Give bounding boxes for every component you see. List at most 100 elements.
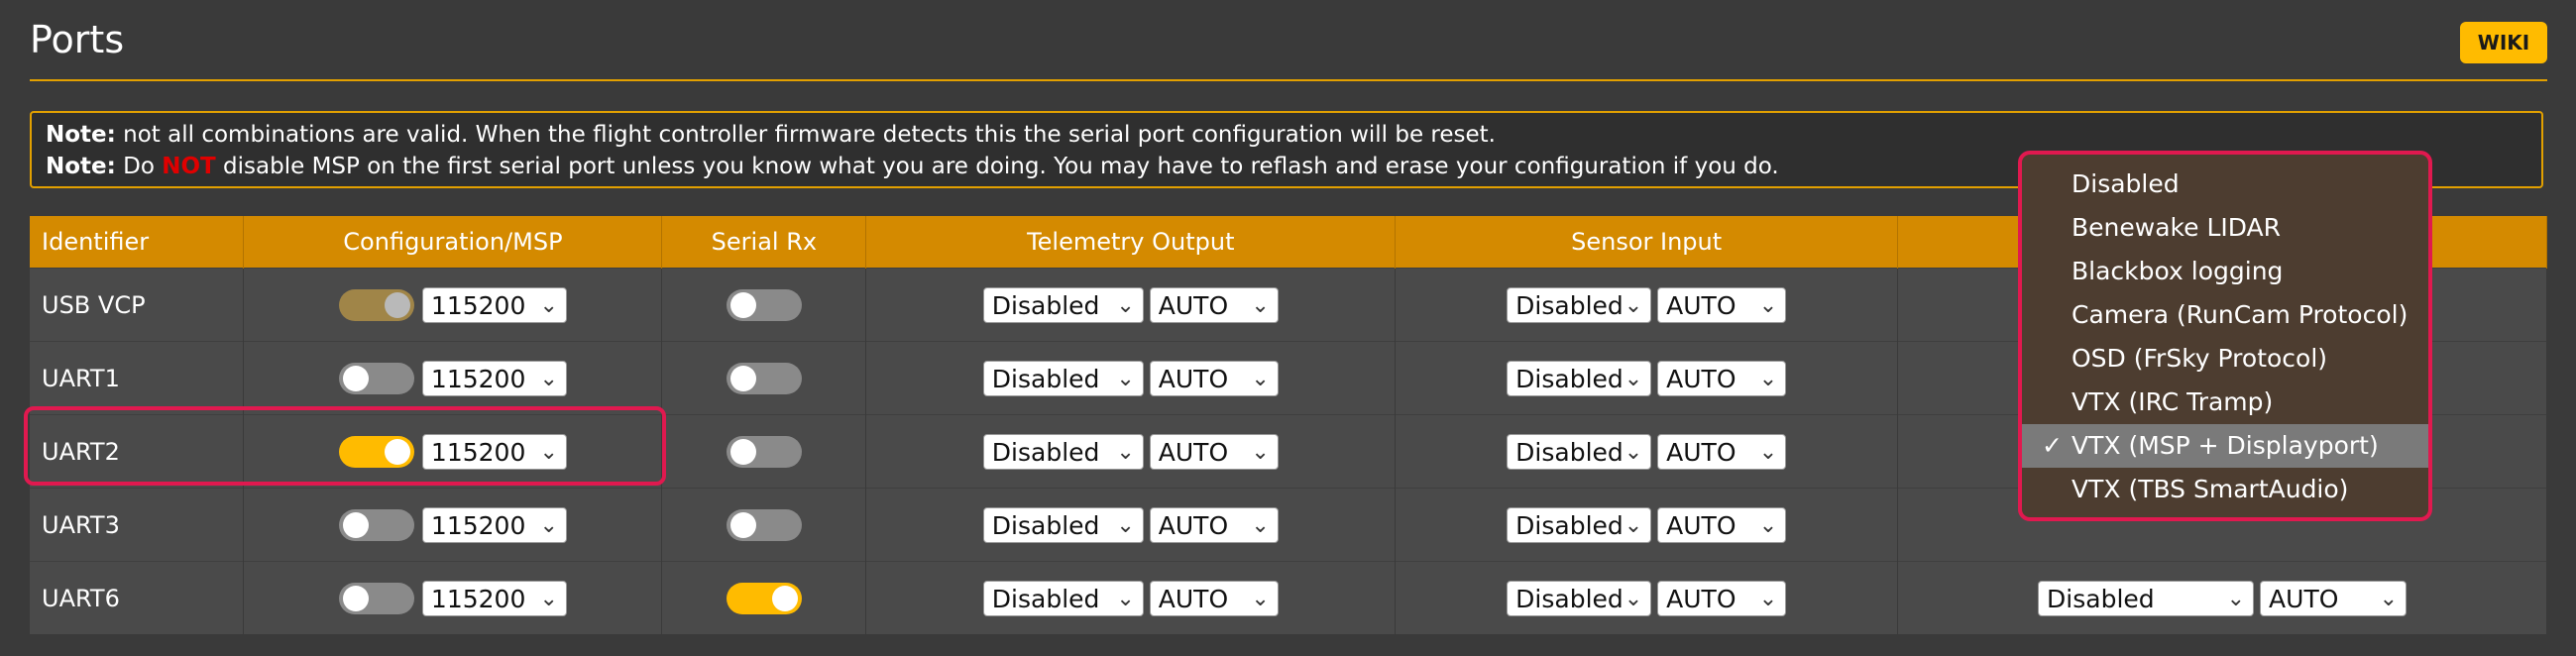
column-header-configuration: Configuration/MSP <box>243 216 663 269</box>
sensor-select[interactable]: Disabled ⌄ <box>1507 360 1652 396</box>
select-value: AUTO <box>2269 584 2339 613</box>
select-value: AUTO <box>1666 510 1736 540</box>
telemetry-baud-select[interactable]: AUTO ⌄ <box>1149 360 1279 396</box>
sensor-cell: Disabled ⌄ AUTO ⌄ <box>1395 488 1899 562</box>
select-value: Disabled <box>1515 364 1624 393</box>
chevron-down-icon: ⌄ <box>1116 366 1135 391</box>
serial-rx-cell <box>661 414 867 489</box>
sensor-cell: Disabled ⌄ AUTO ⌄ <box>1395 561 1899 634</box>
toggle-knob <box>729 511 756 538</box>
select-value: AUTO <box>1158 510 1229 540</box>
serial-rx-cell <box>661 561 867 634</box>
msp-baud-select[interactable]: 115200 ⌄ <box>421 580 567 616</box>
dropdown-option[interactable]: Benewake LIDAR <box>2022 206 2428 250</box>
select-value: 115200 <box>430 290 526 320</box>
dropdown-option[interactable]: Blackbox logging <box>2022 250 2428 293</box>
msp-toggle[interactable] <box>338 582 414 614</box>
telemetry-baud-select[interactable]: AUTO ⌄ <box>1149 580 1279 616</box>
serial-rx-cell <box>661 488 867 562</box>
column-header-sensor: Sensor Input <box>1395 216 1899 269</box>
select-value: AUTO <box>1666 584 1736 613</box>
dropdown-option[interactable]: Camera (RunCam Protocol) <box>2022 293 2428 337</box>
telemetry-baud-select[interactable]: AUTO ⌄ <box>1149 433 1279 470</box>
msp-toggle[interactable] <box>338 435 414 468</box>
port-identifier: UART1 <box>30 341 245 415</box>
sensor-baud-select[interactable]: AUTO ⌄ <box>1657 580 1787 616</box>
sensor-select[interactable]: Disabled ⌄ <box>1507 506 1652 543</box>
serial-rx-cell <box>661 341 867 415</box>
page-title: Ports <box>30 18 125 61</box>
port-identifier: UART3 <box>30 488 245 562</box>
msp-baud-select[interactable]: 115200 ⌄ <box>421 286 567 323</box>
serial-rx-toggle[interactable] <box>726 288 802 321</box>
telemetry-select[interactable]: Disabled ⌄ <box>982 286 1144 323</box>
telemetry-cell: Disabled ⌄ AUTO ⌄ <box>865 488 1397 562</box>
chevron-down-icon: ⌄ <box>1116 512 1135 538</box>
select-value: Disabled <box>991 510 1100 540</box>
msp-toggle[interactable] <box>338 508 414 541</box>
port-identifier: UART6 <box>30 561 245 634</box>
chevron-down-icon: ⌄ <box>1251 366 1270 391</box>
msp-baud-select[interactable]: 115200 ⌄ <box>421 506 567 543</box>
telemetry-select[interactable]: Disabled ⌄ <box>982 580 1144 616</box>
serial-rx-toggle[interactable] <box>726 508 802 541</box>
warning-word: NOT <box>162 154 216 179</box>
sensor-cell: Disabled ⌄ AUTO ⌄ <box>1395 268 1899 342</box>
dropdown-option[interactable]: ✓ VTX (MSP + Displayport) <box>2022 424 2428 468</box>
select-value: AUTO <box>1666 364 1736 393</box>
chevron-down-icon: ⌄ <box>539 439 558 465</box>
telemetry-select[interactable]: Disabled ⌄ <box>982 506 1144 543</box>
table-row: UART6 115200 ⌄ Disabled ⌄ AUTO ⌄ Disabled ⌄ AUTO ⌄… <box>30 561 2547 634</box>
peripheral-select[interactable]: Disabled ⌄ <box>2038 580 2255 616</box>
note-text: Do <box>115 154 163 179</box>
serial-rx-toggle[interactable] <box>726 582 802 614</box>
peripheral-baud-select[interactable]: AUTO ⌄ <box>2260 580 2408 616</box>
sensor-baud-select[interactable]: AUTO ⌄ <box>1657 360 1787 396</box>
sensor-baud-select[interactable]: AUTO ⌄ <box>1657 506 1787 543</box>
chevron-down-icon: ⌄ <box>1251 512 1270 538</box>
telemetry-select[interactable]: Disabled ⌄ <box>982 433 1144 470</box>
chevron-down-icon: ⌄ <box>2226 586 2246 611</box>
configuration-cell: 115200 ⌄ <box>243 488 663 562</box>
select-value: AUTO <box>1158 364 1229 393</box>
sensor-select[interactable]: Disabled ⌄ <box>1507 433 1652 470</box>
serial-rx-toggle[interactable] <box>726 362 802 394</box>
sensor-select[interactable]: Disabled ⌄ <box>1507 580 1652 616</box>
chevron-down-icon: ⌄ <box>539 366 558 391</box>
telemetry-baud-select[interactable]: AUTO ⌄ <box>1149 506 1279 543</box>
toggle-knob <box>342 511 369 538</box>
column-header-serial-rx: Serial Rx <box>661 216 867 269</box>
configuration-cell: 115200 ⌄ <box>243 561 663 634</box>
select-value: 115200 <box>430 584 526 613</box>
sensor-select[interactable]: Disabled ⌄ <box>1507 286 1652 323</box>
msp-toggle[interactable] <box>338 288 414 321</box>
dropdown-option-label: VTX (TBS SmartAudio) <box>2072 475 2349 503</box>
select-value: Disabled <box>1515 510 1624 540</box>
dropdown-option-label: Blackbox logging <box>2072 257 2284 285</box>
dropdown-option-label: VTX (MSP + Displayport) <box>2072 431 2379 460</box>
telemetry-select[interactable]: Disabled ⌄ <box>982 360 1144 396</box>
dropdown-option[interactable]: VTX (TBS SmartAudio) <box>2022 468 2428 511</box>
dropdown-option[interactable]: Disabled <box>2022 163 2428 206</box>
dropdown-option[interactable]: VTX (IRC Tramp) <box>2022 381 2428 424</box>
chevron-down-icon: ⌄ <box>539 292 558 318</box>
telemetry-baud-select[interactable]: AUTO ⌄ <box>1149 286 1279 323</box>
sensor-baud-select[interactable]: AUTO ⌄ <box>1657 286 1787 323</box>
sensor-baud-select[interactable]: AUTO ⌄ <box>1657 433 1787 470</box>
chevron-down-icon: ⌄ <box>1758 586 1778 611</box>
msp-baud-select[interactable]: 115200 ⌄ <box>421 433 567 470</box>
dropdown-option-label: Camera (RunCam Protocol) <box>2072 300 2408 329</box>
msp-baud-select[interactable]: 115200 ⌄ <box>421 360 567 396</box>
configuration-cell: 115200 ⌄ <box>243 341 663 415</box>
toggle-knob <box>384 438 410 465</box>
msp-toggle[interactable] <box>338 362 414 394</box>
dropdown-option[interactable]: OSD (FrSky Protocol) <box>2022 337 2428 381</box>
wiki-button[interactable]: WIKI <box>2460 22 2547 63</box>
chevron-down-icon: ⌄ <box>2379 586 2399 611</box>
select-value: 115200 <box>430 364 526 393</box>
serial-rx-toggle[interactable] <box>726 435 802 468</box>
port-identifier: USB VCP <box>30 268 245 342</box>
select-value: Disabled <box>991 584 1100 613</box>
dropdown-option-label: VTX (IRC Tramp) <box>2072 387 2274 416</box>
serial-rx-cell <box>661 268 867 342</box>
